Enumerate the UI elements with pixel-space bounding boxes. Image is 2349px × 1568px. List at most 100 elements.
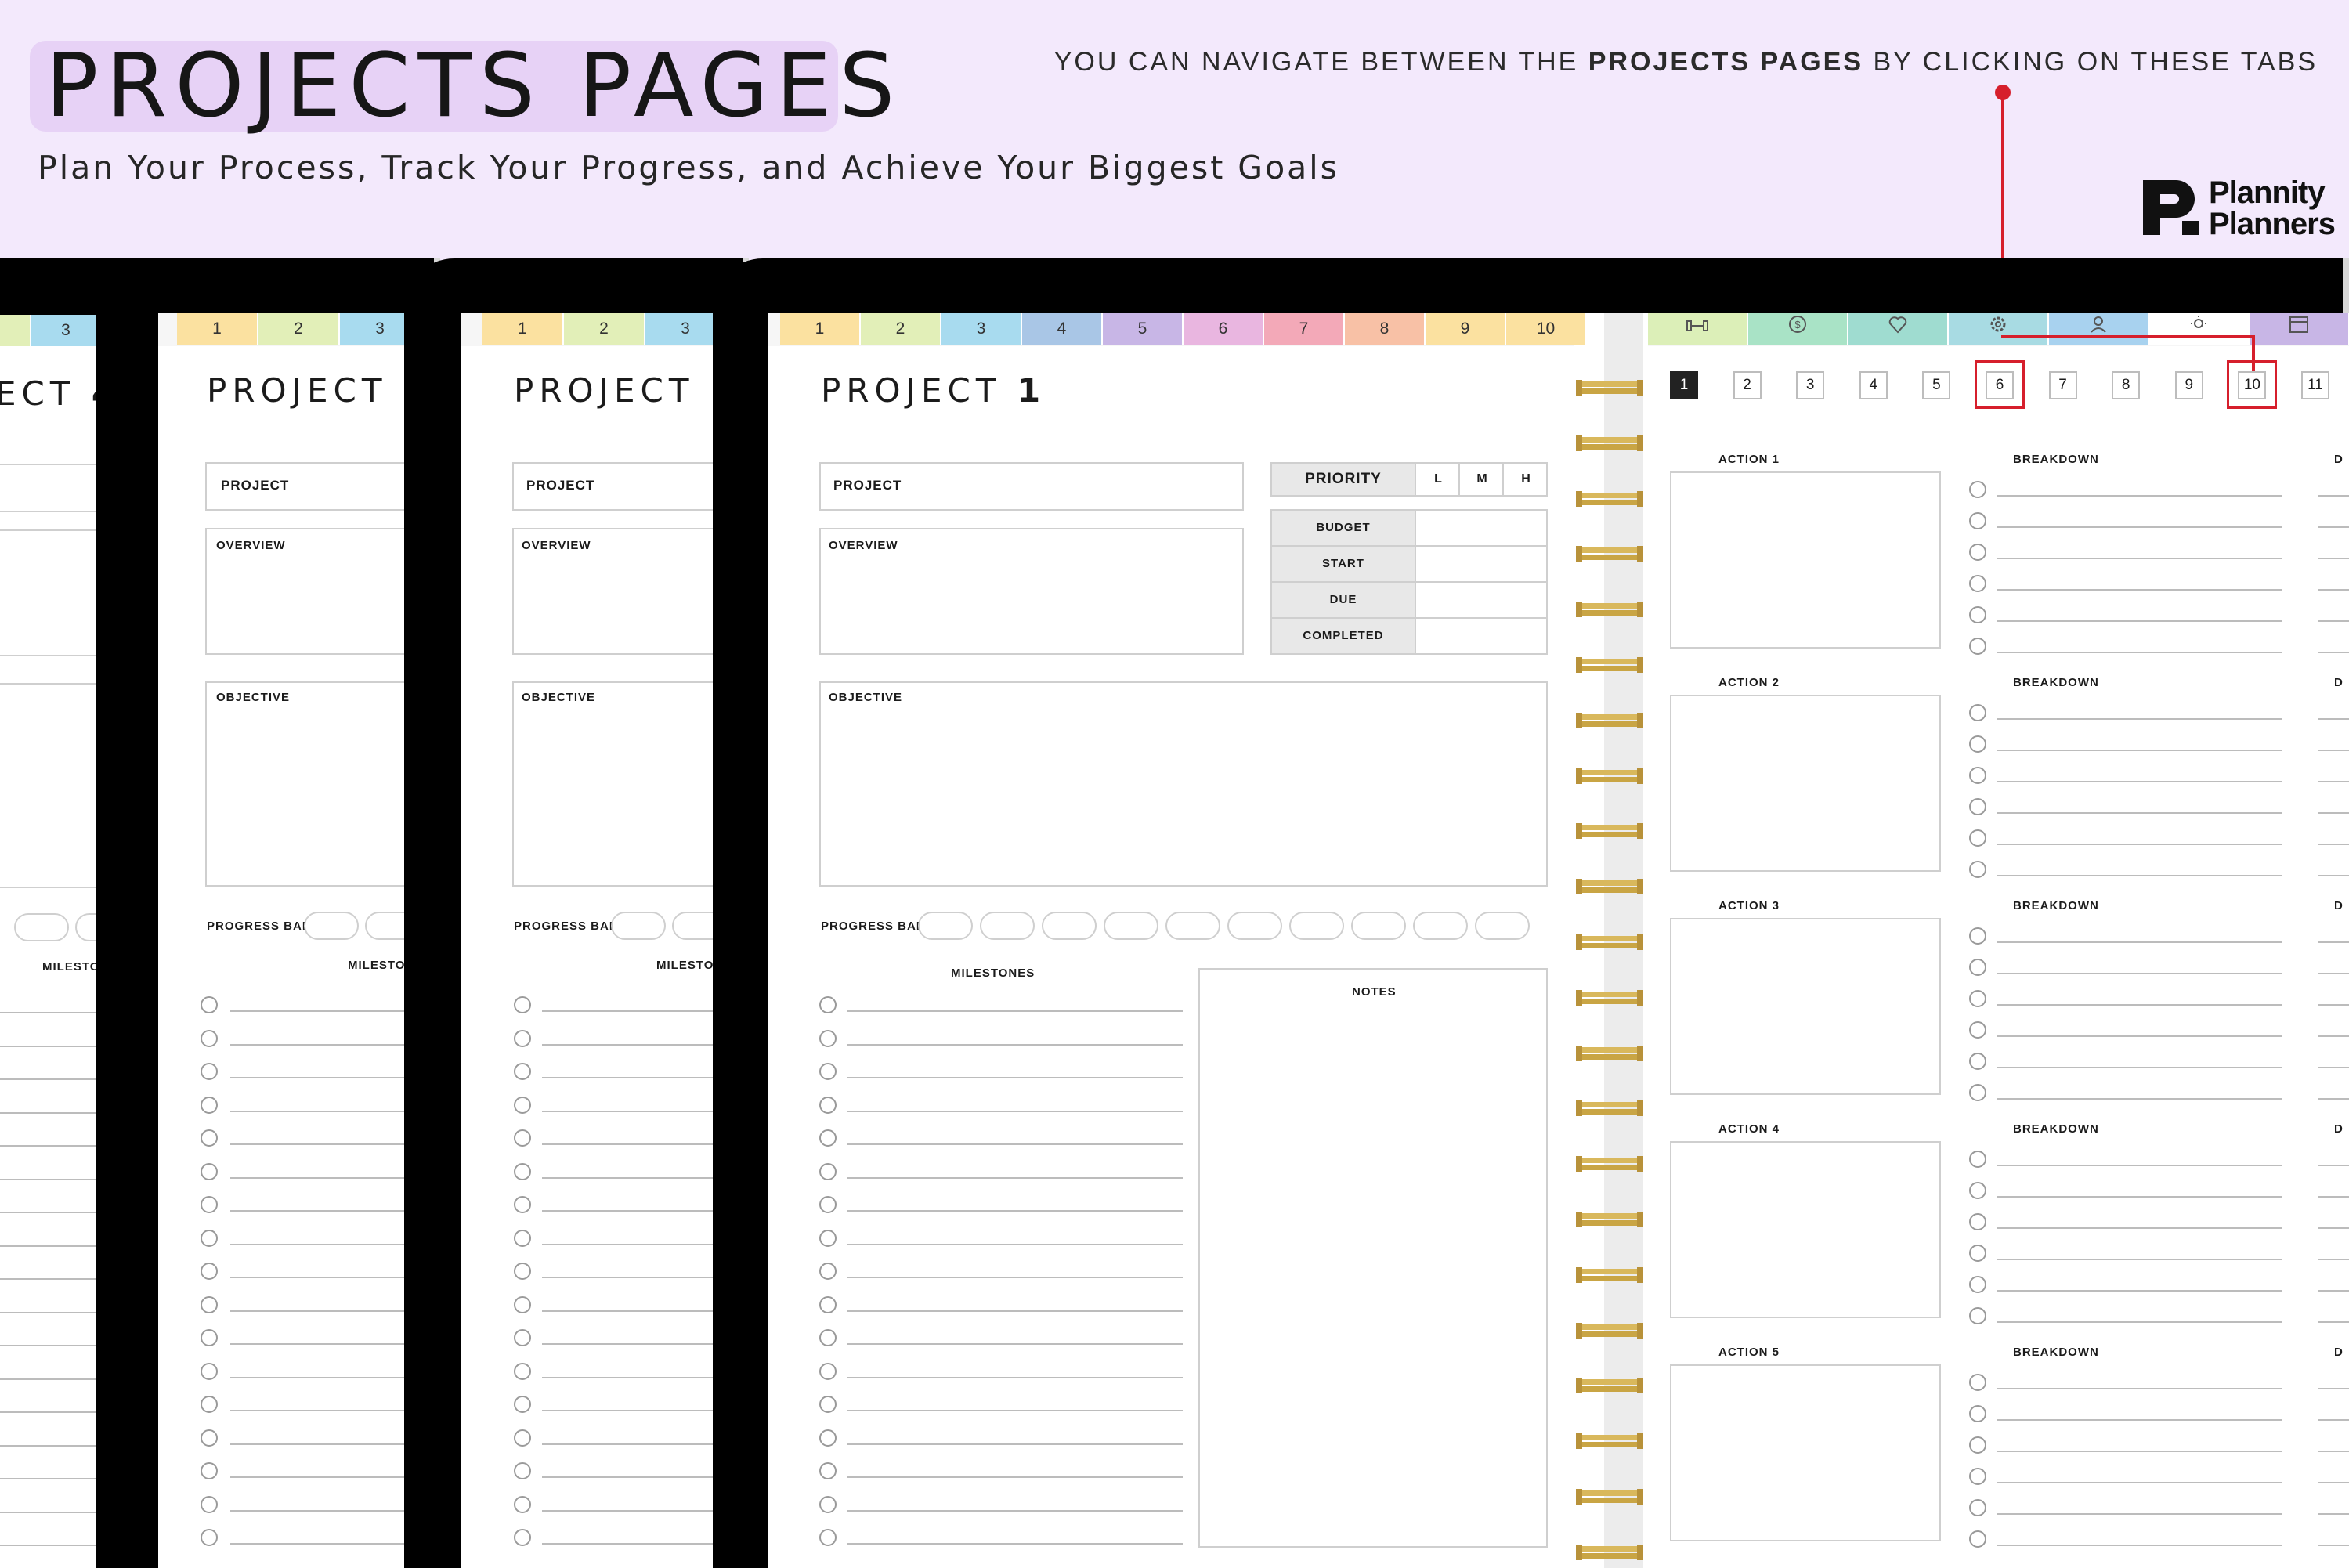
breakdown-checkbox[interactable]	[1969, 1468, 1986, 1485]
action-field[interactable]	[1670, 1141, 1941, 1318]
detail-value-field[interactable]	[1415, 583, 1546, 617]
milestone-checkbox[interactable]	[201, 1529, 218, 1546]
tab-1[interactable]: 1	[780, 313, 861, 345]
action-field[interactable]	[1670, 918, 1941, 1095]
detail-value-field[interactable]	[1415, 619, 1546, 653]
page-number-3[interactable]: 3	[1796, 371, 1825, 399]
milestone-checkbox[interactable]	[514, 1063, 531, 1080]
milestone-checkbox[interactable]	[201, 1129, 218, 1147]
tab-3[interactable]: 3	[31, 315, 102, 346]
breakdown-checkbox[interactable]	[1969, 959, 1986, 976]
tab-4[interactable]: 4	[1022, 313, 1103, 345]
section-tab-dollar[interactable]: $	[1748, 313, 1848, 345]
objective-field[interactable]: OBJECTIVE	[819, 681, 1548, 887]
milestone-checkbox[interactable]	[819, 996, 837, 1013]
priority-high[interactable]: H	[1502, 464, 1548, 495]
milestone-checkbox[interactable]	[819, 1229, 837, 1247]
breakdown-checkbox[interactable]	[1969, 638, 1986, 655]
breakdown-checkbox[interactable]	[1969, 735, 1986, 753]
milestone-checkbox[interactable]	[819, 1263, 837, 1280]
tab-2[interactable]: 2	[861, 313, 941, 345]
page-number-1[interactable]: 1	[1670, 371, 1698, 399]
breakdown-checkbox[interactable]	[1969, 1151, 1986, 1168]
milestone-checkbox[interactable]	[819, 1529, 837, 1546]
tab-1[interactable]: 1	[482, 313, 564, 345]
tab-6[interactable]: 6	[1184, 313, 1264, 345]
section-tab-dumbbell[interactable]	[1648, 313, 1748, 345]
detail-value-field[interactable]	[1415, 511, 1546, 545]
milestone-checkbox[interactable]	[201, 1029, 218, 1047]
milestone-checkbox[interactable]	[819, 1129, 837, 1147]
priority-low[interactable]: L	[1415, 464, 1460, 495]
breakdown-checkbox[interactable]	[1969, 1053, 1986, 1070]
tab-8[interactable]: 8	[1345, 313, 1426, 345]
page-number-8[interactable]: 8	[2112, 371, 2141, 399]
section-tab-person[interactable]	[2049, 313, 2149, 345]
section-tab-lightbulb[interactable]	[2149, 313, 2250, 345]
page-number-7[interactable]: 7	[2048, 371, 2077, 399]
tab-1[interactable]: 1	[177, 313, 258, 345]
progress-segment[interactable]	[14, 913, 69, 941]
tab-5[interactable]: 5	[1103, 313, 1184, 345]
progress-segment[interactable]	[611, 912, 666, 940]
tab-2[interactable]: 2	[564, 313, 645, 345]
breakdown-checkbox[interactable]	[1969, 704, 1986, 721]
breakdown-checkbox[interactable]	[1969, 606, 1986, 623]
milestone-checkbox[interactable]	[201, 1162, 218, 1180]
breakdown-checkbox[interactable]	[1969, 798, 1986, 815]
milestone-checkbox[interactable]	[514, 1162, 531, 1180]
milestone-checkbox[interactable]	[201, 1063, 218, 1080]
milestone-checkbox[interactable]	[819, 1096, 837, 1114]
objective-field[interactable]	[0, 683, 102, 888]
project-field[interactable]: PROJECT	[819, 462, 1244, 511]
breakdown-checkbox[interactable]	[1969, 927, 1986, 945]
breakdown-checkbox[interactable]	[1969, 1499, 1986, 1516]
breakdown-checkbox[interactable]	[1969, 544, 1986, 561]
page-number-11[interactable]: 11	[2301, 371, 2329, 399]
breakdown-checkbox[interactable]	[1969, 829, 1986, 847]
breakdown-checkbox[interactable]	[1969, 861, 1986, 878]
milestone-checkbox[interactable]	[819, 1495, 837, 1513]
progress-segment[interactable]	[1227, 912, 1282, 940]
breakdown-checkbox[interactable]	[1969, 767, 1986, 784]
breakdown-checkbox[interactable]	[1969, 575, 1986, 592]
milestone-checkbox[interactable]	[514, 1396, 531, 1413]
tab-10[interactable]: 10	[1506, 313, 1587, 345]
notes-field[interactable]: NOTES	[1198, 968, 1548, 1548]
progress-segment[interactable]	[1413, 912, 1468, 940]
progress-segment[interactable]	[304, 912, 359, 940]
breakdown-checkbox[interactable]	[1969, 1374, 1986, 1391]
milestone-checkbox[interactable]	[201, 996, 218, 1013]
milestone-checkbox[interactable]	[514, 996, 531, 1013]
breakdown-checkbox[interactable]	[1969, 990, 1986, 1007]
breakdown-checkbox[interactable]	[1969, 1182, 1986, 1199]
breakdown-checkbox[interactable]	[1969, 1307, 1986, 1324]
milestone-checkbox[interactable]	[514, 1229, 531, 1247]
milestone-checkbox[interactable]	[201, 1495, 218, 1513]
milestone-checkbox[interactable]	[514, 1295, 531, 1313]
breakdown-checkbox[interactable]	[1969, 481, 1986, 498]
breakdown-checkbox[interactable]	[1969, 512, 1986, 529]
breakdown-checkbox[interactable]	[1969, 1276, 1986, 1293]
page-number-2[interactable]: 2	[1733, 371, 1762, 399]
breakdown-checkbox[interactable]	[1969, 1436, 1986, 1454]
progress-segment[interactable]	[1042, 912, 1097, 940]
milestone-checkbox[interactable]	[201, 1462, 218, 1479]
milestone-checkbox[interactable]	[819, 1295, 837, 1313]
breakdown-checkbox[interactable]	[1969, 1021, 1986, 1039]
breakdown-checkbox[interactable]	[1969, 1405, 1986, 1422]
page-number-5[interactable]: 5	[1922, 371, 1951, 399]
milestone-checkbox[interactable]	[514, 1029, 531, 1047]
milestone-checkbox[interactable]	[514, 1362, 531, 1380]
milestone-checkbox[interactable]	[201, 1229, 218, 1247]
milestone-checkbox[interactable]	[819, 1029, 837, 1047]
project-field[interactable]	[0, 464, 102, 512]
milestone-checkbox[interactable]	[514, 1329, 531, 1346]
detail-value-field[interactable]	[1415, 547, 1546, 581]
milestone-checkbox[interactable]	[514, 1263, 531, 1280]
tab-7[interactable]: 7	[1264, 313, 1345, 345]
progress-segment[interactable]	[1289, 912, 1344, 940]
milestone-checkbox[interactable]	[201, 1295, 218, 1313]
action-field[interactable]	[1670, 1364, 1941, 1541]
milestone-checkbox[interactable]	[201, 1096, 218, 1114]
